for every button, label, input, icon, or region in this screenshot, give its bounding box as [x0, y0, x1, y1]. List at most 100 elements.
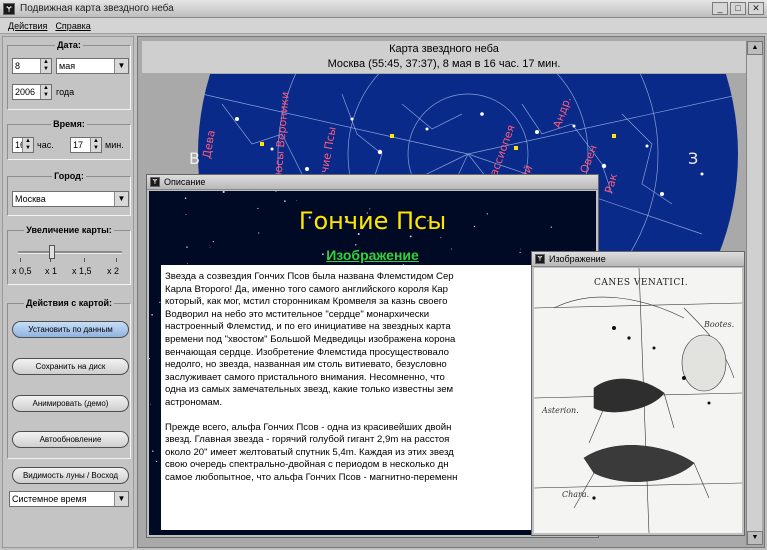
description-paragraph: Прежде всего, альфа Гончих Псов - одна и…	[165, 422, 537, 485]
moon-visibility-button[interactable]: Видимость луны / Восход	[12, 467, 129, 484]
window-title: Подвижная карта звездного неба	[20, 3, 174, 14]
engraving-label: Chara.	[562, 490, 590, 499]
star	[151, 313, 153, 316]
close-button[interactable]: ✕	[748, 2, 764, 15]
star	[149, 357, 150, 360]
description-line: звезд. Главная звезда - горячий голубой …	[165, 434, 450, 446]
description-line: свою очередь спектрально-двойная с перио…	[165, 459, 449, 471]
animate-demo-button[interactable]: Анимировать (демо)	[12, 395, 129, 412]
date-label: Дата:	[55, 40, 83, 50]
zoom-slider[interactable]	[18, 251, 122, 254]
engraving-label: Bootes.	[704, 320, 735, 329]
constellation-heading: Гончие Псы	[298, 207, 447, 235]
date-group: Дата: 8 ▲ ▼ мая ▼ 2006 ▲ ▼ года	[7, 40, 131, 110]
star	[296, 200, 298, 201]
actions-label: Действия с картой:	[23, 298, 114, 308]
star	[409, 235, 412, 238]
description-line: недолго, но звезда, названная им столь в…	[165, 359, 447, 371]
year-suffix: года	[56, 87, 75, 97]
star	[187, 262, 188, 264]
menu-help[interactable]: Справка	[55, 21, 90, 31]
minute-suffix: мин.	[105, 140, 124, 150]
minute-spin-icon[interactable]: ▲ ▼	[90, 138, 101, 152]
compass-east: В	[189, 149, 200, 168]
time-label: Время:	[51, 119, 87, 129]
zoom-tick-label: x 1,5	[72, 266, 92, 276]
star	[284, 200, 286, 202]
map-subtitle: Москва (55:45, 37:37), 8 мая в 16 час. 1…	[327, 58, 561, 70]
hour-suffix: час.	[37, 140, 54, 150]
star	[355, 244, 357, 246]
description-paragraph: Звезда а созвездия Гончих Псов была назв…	[165, 271, 537, 410]
star	[152, 450, 154, 452]
description-line: Водворил на небо это мстительное "сердце…	[165, 308, 430, 320]
zoom-label: Увеличение карты:	[24, 225, 114, 235]
compass-west: З	[688, 149, 698, 168]
chevron-down-icon[interactable]: ▼	[114, 59, 128, 73]
description-body: Гончие Псы Изображение Звезда а созвезди…	[149, 191, 596, 535]
image-titlebar[interactable]: Ɏ Изображение	[532, 252, 744, 267]
hour-stepper[interactable]: 16 ▲ ▼	[12, 137, 34, 153]
chevron-down-icon[interactable]: ▼	[114, 492, 128, 506]
description-line: который, как мог, мстил сторонникам Кром…	[165, 296, 448, 308]
description-line: около 20" имеет желтоватый спутник 5,4m.…	[165, 446, 454, 458]
month-select[interactable]: мая ▼	[56, 58, 129, 74]
description-titlebar[interactable]: Ɏ Описание	[147, 175, 598, 190]
description-line: заслуживает самого пристального внимания…	[165, 371, 445, 383]
zoom-tick	[84, 258, 85, 262]
constellation-engraving: CANES VENATICI. Bootes. Asterion. Chara.	[534, 268, 742, 533]
image-window-title: Изображение	[549, 254, 606, 264]
app-icon[interactable]: Ɏ	[3, 2, 15, 15]
engraving-label: Asterion.	[542, 406, 579, 415]
description-line: Карла Второго! Да, именно того самого ан…	[165, 283, 448, 295]
city-label: Город:	[52, 171, 86, 181]
auto-update-button[interactable]: Автообновление	[12, 431, 129, 448]
time-mode-select[interactable]: Системное время ▼	[9, 491, 129, 507]
description-line: самое любопытное, что альфа Гончих Псов …	[165, 471, 458, 483]
zoom-tick-label: x 1	[45, 266, 58, 276]
hour-spin-icon[interactable]: ▲ ▼	[22, 138, 33, 152]
zoom-tick	[50, 258, 51, 262]
apply-data-button[interactable]: Установить по данным	[12, 321, 129, 338]
star	[275, 191, 277, 192]
chevron-down-icon[interactable]: ▼	[114, 192, 128, 206]
zoom-slider-thumb[interactable]	[49, 245, 56, 259]
zoom-tick-label: x 2	[107, 266, 120, 276]
description-line: астрономам.	[165, 396, 223, 408]
description-line: времени под "хвостом" Большой Медведицы …	[165, 333, 456, 345]
menu-bar: Действия Справка	[0, 18, 767, 34]
map-header: Карта звездного неба Москва (55:45, 37:3…	[142, 41, 746, 73]
image-window: Ɏ Изображение CANES VENATICI. Bootes. As…	[531, 251, 745, 536]
scroll-up-icon[interactable]: ▲	[747, 41, 763, 55]
control-panel: Дата: 8 ▲ ▼ мая ▼ 2006 ▲ ▼ года Время: 16 …	[2, 36, 134, 548]
zoom-group: Увеличение карты: x 0,5 x 1 x 1,5 x 2	[7, 225, 131, 285]
star	[440, 237, 442, 239]
star	[222, 191, 225, 194]
minimize-button[interactable]: _	[712, 2, 728, 15]
time-group: Время: 16 ▲ ▼ час. 17 ▲ ▼ мин.	[7, 119, 131, 160]
year-spin-icon[interactable]: ▲ ▼	[40, 85, 51, 99]
zoom-tick	[116, 258, 117, 262]
description-line: Прежде всего, альфа Гончих Псов - одна и…	[165, 421, 452, 433]
minute-stepper[interactable]: 17 ▲ ▼	[70, 137, 102, 153]
day-stepper[interactable]: 8 ▲ ▼	[12, 58, 52, 74]
zoom-tick	[20, 258, 21, 262]
city-group: Город: Москва ▼	[7, 171, 131, 216]
description-line: Звезда а созвездия Гончих Псов была назв…	[165, 271, 454, 282]
year-stepper[interactable]: 2006 ▲ ▼	[12, 84, 52, 100]
menu-actions[interactable]: Действия	[8, 21, 47, 31]
map-scrollbar[interactable]: ▲ ▼	[746, 41, 763, 545]
save-to-disk-button[interactable]: Сохранить на диск	[12, 358, 129, 375]
app-icon: Ɏ	[535, 254, 545, 264]
star	[150, 403, 152, 405]
map-title: Карта звездного неба	[389, 43, 499, 55]
scroll-down-icon[interactable]: ▼	[747, 531, 763, 545]
star	[155, 460, 158, 463]
description-line: одна из самых замечательных звезд, какие…	[165, 384, 454, 396]
image-link[interactable]: Изображение	[149, 247, 596, 263]
app-icon: Ɏ	[150, 177, 160, 187]
day-spin-icon[interactable]: ▲ ▼	[40, 59, 51, 73]
maximize-button[interactable]: □	[730, 2, 746, 15]
description-text: Звезда а созвездия Гончих Псов была назв…	[161, 265, 541, 530]
city-select[interactable]: Москва ▼	[12, 191, 129, 207]
